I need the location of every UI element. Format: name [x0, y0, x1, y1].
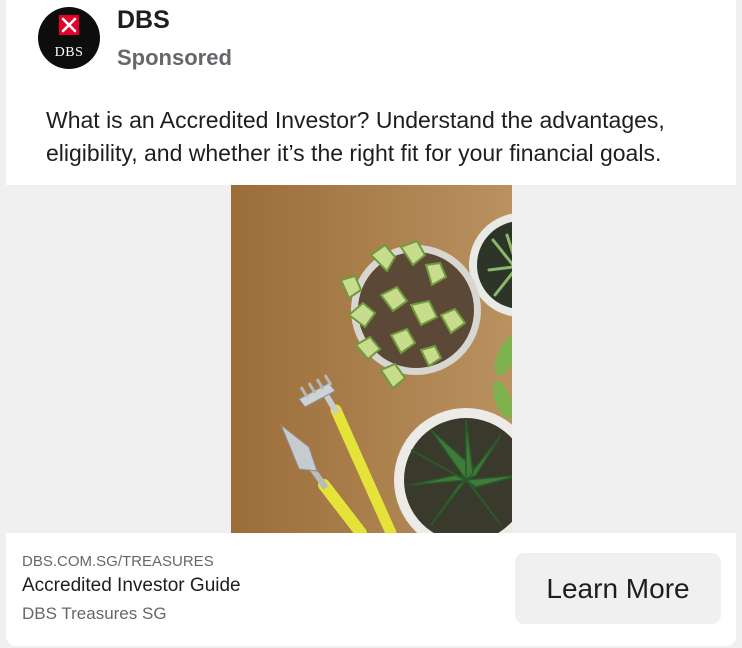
post-header: DBS DBS Sponsored	[38, 6, 232, 77]
logo-text: DBS	[54, 45, 84, 60]
sponsored-label[interactable]: Sponsored	[117, 45, 232, 71]
link-domain[interactable]: DBS.COM.SG/TREASURES	[22, 553, 214, 571]
sponsored-post-card: DBS DBS Sponsored What is an Accredited …	[6, 0, 736, 646]
link-preview[interactable]: DBS.COM.SG/TREASURES Accredited Investor…	[6, 533, 736, 646]
dbs-logo-avatar[interactable]: DBS	[38, 7, 100, 69]
advertiser-name[interactable]: DBS	[117, 6, 232, 34]
link-source[interactable]: DBS Treasures SG	[22, 604, 167, 624]
link-headline[interactable]: Accredited Investor Guide	[22, 575, 241, 597]
learn-more-button[interactable]: Learn More	[515, 553, 721, 624]
header-text: DBS Sponsored	[117, 6, 232, 71]
plants-and-garden-tools-image	[231, 185, 512, 533]
post-media[interactable]	[6, 185, 736, 533]
post-text: What is an Accredited Investor? Understa…	[46, 107, 665, 166]
